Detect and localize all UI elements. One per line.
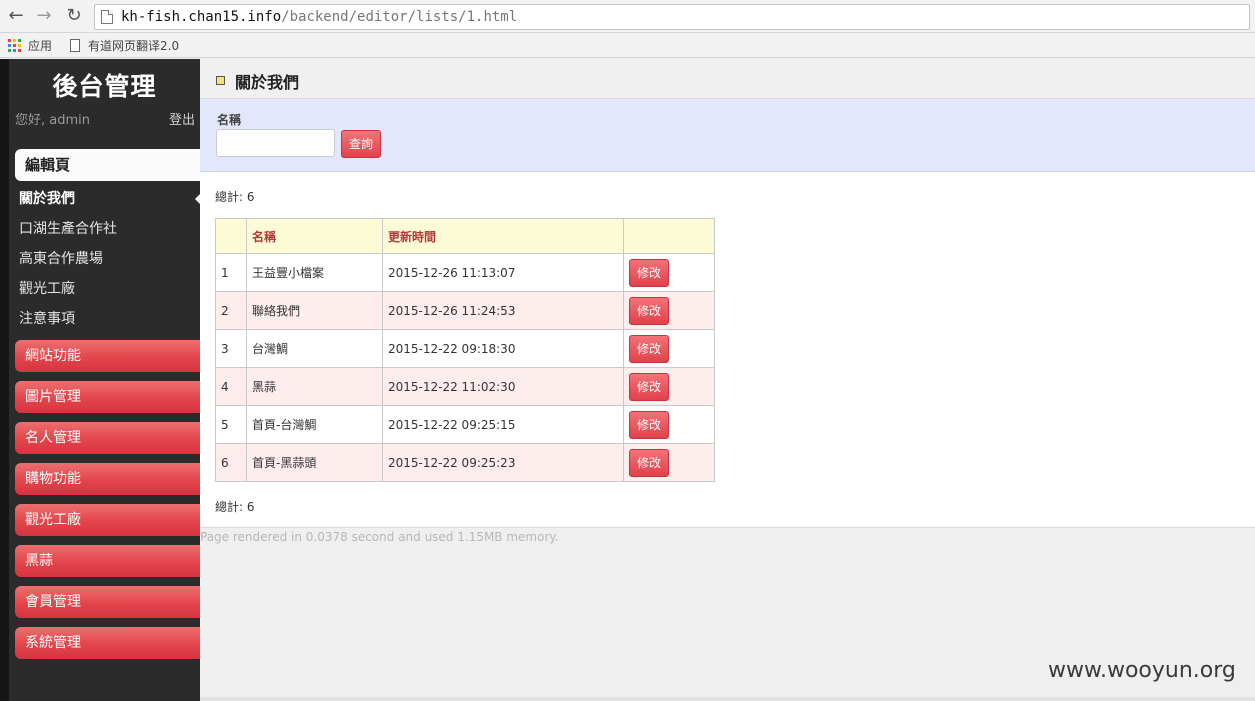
bottom-divider xyxy=(200,697,1255,701)
row-action-cell: 修改 xyxy=(623,367,715,406)
row-name: 台灣鯛 xyxy=(246,329,383,368)
menu-tourism-factory[interactable]: 觀光工廠 xyxy=(15,504,200,536)
row-index: 6 xyxy=(215,443,247,482)
table-row: 2 聯絡我們 2015-12-26 11:24:53 修改 xyxy=(215,291,715,330)
page-title: 關於我們 xyxy=(235,73,300,92)
col-header-name[interactable]: 名稱 xyxy=(246,218,383,254)
edit-button[interactable]: 修改 xyxy=(629,448,669,477)
row-index: 2 xyxy=(215,291,247,330)
row-action-cell: 修改 xyxy=(623,253,715,292)
content-area: 總計: 6 名稱 更新時間 1 王益豐小檔案 2015-12-26 11:13:… xyxy=(200,172,1255,528)
page-icon xyxy=(101,10,113,24)
table-row: 3 台灣鯛 2015-12-22 09:18:30 修改 xyxy=(215,329,715,368)
row-action-cell: 修改 xyxy=(623,405,715,444)
row-name: 首頁-黑蒜頭 xyxy=(246,443,383,482)
url-path: /backend/editor/lists/1.html xyxy=(281,9,518,25)
site-title: 後台管理 xyxy=(52,72,157,101)
edit-button[interactable]: 修改 xyxy=(629,410,669,439)
sidebar-item-about-us[interactable]: 關於我們 xyxy=(19,189,75,209)
menu-image-management[interactable]: 圖片管理 xyxy=(15,381,200,413)
row-updated: 2015-12-22 09:25:15 xyxy=(382,405,624,444)
bookmarks-bar: 应用 有道网页翻译2.0 xyxy=(0,33,1255,58)
bookmark-translate[interactable]: 有道网页翻译2.0 xyxy=(70,37,179,54)
sidebar-item-kouhu-coop[interactable]: 口湖生產合作社 xyxy=(19,219,117,239)
table-row: 1 王益豐小檔案 2015-12-26 11:13:07 修改 xyxy=(215,253,715,292)
render-stats-footer: Page rendered in 0.0378 second and used … xyxy=(200,530,559,544)
search-panel: 名稱 查詢 xyxy=(200,99,1255,172)
total-count-bottom: 總計: 6 xyxy=(215,498,255,515)
menu-system-management[interactable]: 系統管理 xyxy=(15,627,200,659)
row-action-cell: 修改 xyxy=(623,291,715,330)
edit-button[interactable]: 修改 xyxy=(629,258,669,287)
row-name: 王益豐小檔案 xyxy=(246,253,383,292)
greeting-text: 您好, admin xyxy=(15,113,90,128)
url-host: kh-fish.chan15.info xyxy=(121,9,282,25)
col-header-index xyxy=(215,218,247,254)
row-updated: 2015-12-22 11:02:30 xyxy=(382,367,624,406)
search-label: 名稱 xyxy=(217,113,242,127)
document-icon xyxy=(70,38,81,52)
edit-button[interactable]: 修改 xyxy=(629,334,669,363)
total-value: 6 xyxy=(246,190,255,204)
forward-arrow-icon[interactable]: → xyxy=(34,6,54,26)
sidebar-item-gaodong-farm[interactable]: 高東合作農場 xyxy=(19,249,103,269)
menu-member-management[interactable]: 會員管理 xyxy=(15,586,200,618)
row-index: 4 xyxy=(215,367,247,406)
back-arrow-icon[interactable]: ← xyxy=(6,6,26,26)
total-count-top: 總計: 6 xyxy=(215,188,255,205)
sidebar-item-tourism-factory[interactable]: 觀光工廠 xyxy=(19,279,75,299)
table-header-row: 名稱 更新時間 xyxy=(215,218,715,254)
table-row: 4 黑蒜 2015-12-22 11:02:30 修改 xyxy=(215,367,715,406)
menu-shopping[interactable]: 購物功能 xyxy=(15,463,200,495)
row-action-cell: 修改 xyxy=(623,443,715,482)
row-index: 1 xyxy=(215,253,247,292)
row-index: 5 xyxy=(215,405,247,444)
total-label: 總計: xyxy=(215,500,244,514)
logout-link[interactable]: 登出 xyxy=(169,109,195,128)
table-row: 5 首頁-台灣鯛 2015-12-22 09:25:15 修改 xyxy=(215,405,715,444)
bookmark-apps-label: 应用 xyxy=(28,38,53,53)
row-action-cell: 修改 xyxy=(623,329,715,368)
row-updated: 2015-12-22 09:25:23 xyxy=(382,443,624,482)
bookmark-translate-label: 有道网页翻译2.0 xyxy=(88,38,180,53)
menu-celebrity-management[interactable]: 名人管理 xyxy=(15,422,200,454)
edit-button[interactable]: 修改 xyxy=(629,296,669,325)
table-row: 6 首頁-黑蒜頭 2015-12-22 09:25:23 修改 xyxy=(215,443,715,482)
browser-toolbar: ← → ↻ kh-fish.chan15.info/backend/editor… xyxy=(0,0,1255,33)
row-updated: 2015-12-26 11:24:53 xyxy=(382,291,624,330)
search-input[interactable] xyxy=(216,129,335,157)
sidebar-item-notices[interactable]: 注意事項 xyxy=(19,309,75,329)
total-label: 總計: xyxy=(215,190,244,204)
row-name: 聯絡我們 xyxy=(246,291,383,330)
search-button[interactable]: 查詢 xyxy=(341,130,381,158)
sidebar: 後台管理 您好, admin 登出 編輯頁 關於我們 口湖生產合作社 高東合作農… xyxy=(0,59,201,701)
row-name: 黑蒜 xyxy=(246,367,383,406)
row-updated: 2015-12-26 11:13:07 xyxy=(382,253,624,292)
col-header-action xyxy=(623,218,715,254)
records-table: 名稱 更新時間 1 王益豐小檔案 2015-12-26 11:13:07 修改 … xyxy=(215,218,715,482)
reload-icon[interactable]: ↻ xyxy=(64,6,84,26)
apps-grid-icon xyxy=(8,38,21,52)
total-value: 6 xyxy=(246,500,255,514)
menu-black-garlic[interactable]: 黑蒜 xyxy=(15,545,200,577)
col-header-updated[interactable]: 更新時間 xyxy=(382,218,624,254)
bookmark-apps[interactable]: 应用 xyxy=(8,37,52,54)
sidebar-section-edit-pages[interactable]: 編輯頁 xyxy=(15,149,200,181)
edit-button[interactable]: 修改 xyxy=(629,372,669,401)
title-bullet-icon xyxy=(216,76,225,85)
row-updated: 2015-12-22 09:18:30 xyxy=(382,329,624,368)
watermark: www.wooyun.org xyxy=(1048,658,1236,683)
main-header: 關於我們 xyxy=(200,59,1255,99)
address-bar[interactable]: kh-fish.chan15.info/backend/editor/lists… xyxy=(94,4,1250,30)
menu-site-functions[interactable]: 網站功能 xyxy=(15,340,200,372)
row-index: 3 xyxy=(215,329,247,368)
row-name: 首頁-台灣鯛 xyxy=(246,405,383,444)
